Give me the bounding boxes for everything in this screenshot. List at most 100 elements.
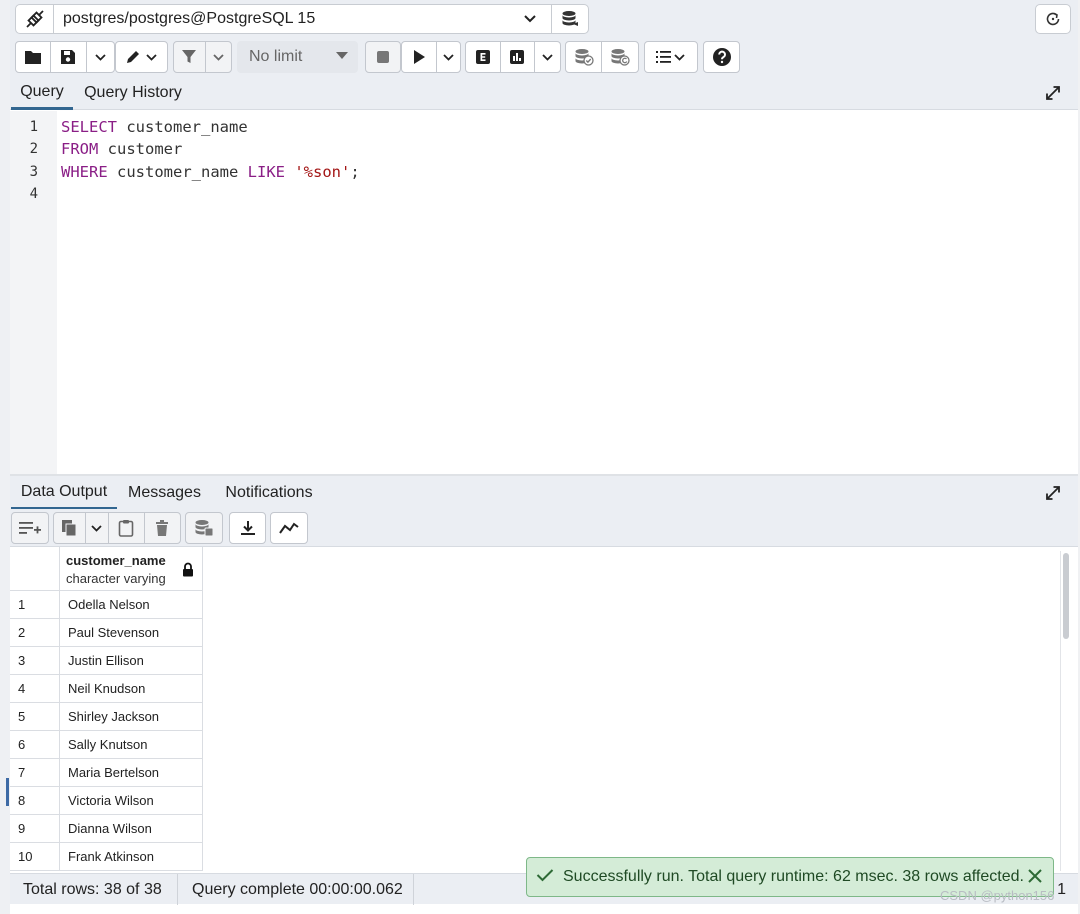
execute-group: [401, 41, 461, 73]
save-icon[interactable]: [51, 42, 87, 72]
stop-group: [365, 41, 401, 73]
save-data-icon[interactable]: [186, 513, 222, 543]
execute-play-icon[interactable]: [402, 42, 437, 72]
line-number: 3: [29, 164, 38, 180]
editor-tabs: Query Query History: [10, 76, 1078, 110]
row-number-header[interactable]: [10, 547, 60, 591]
line-number: 4: [29, 186, 38, 202]
total-rows-status: Total rows: 38 of 38: [23, 881, 162, 898]
column-header-customer-name[interactable]: customer_name character varying: [60, 547, 203, 591]
paste-icon[interactable]: [109, 513, 145, 543]
chevron-down-icon[interactable]: [508, 5, 552, 33]
add-row-icon[interactable]: [12, 513, 48, 543]
sql-keyword: SELECT: [61, 118, 117, 136]
maximize-icon[interactable]: [1044, 484, 1062, 507]
macros-list-icon[interactable]: [645, 42, 697, 72]
filter-chevron-icon[interactable]: [206, 42, 231, 72]
download-icon[interactable]: [230, 513, 265, 543]
table-row[interactable]: 3 Justin Ellison: [10, 647, 203, 675]
explain-icon[interactable]: [466, 42, 502, 72]
explain-chevron-icon[interactable]: [535, 42, 560, 72]
help-group: [703, 41, 740, 73]
table-row[interactable]: 9 Dianna Wilson: [10, 815, 203, 843]
copy-icon[interactable]: [54, 513, 86, 543]
tab-data-output[interactable]: Data Output: [11, 476, 117, 510]
row-number: 2: [10, 619, 60, 647]
table-row[interactable]: 6 Sally Knutson: [10, 731, 203, 759]
graph-visualiser-icon[interactable]: [271, 513, 307, 543]
help-icon[interactable]: [704, 42, 739, 72]
save-options-chevron-icon[interactable]: [87, 42, 114, 72]
scrollbar-thumb[interactable]: [1063, 553, 1069, 639]
file-group: [15, 41, 115, 73]
caret-down-icon: [336, 52, 348, 59]
copy-chevron-icon[interactable]: [86, 513, 110, 543]
row-number: 9: [10, 815, 60, 843]
table-cell[interactable]: Neil Knudson: [60, 675, 203, 703]
table-row[interactable]: 2 Paul Stevenson: [10, 619, 203, 647]
code-line-2: FROM customer: [61, 140, 183, 158]
close-icon[interactable]: [1027, 868, 1043, 889]
table-row[interactable]: 8 Victoria Wilson: [10, 787, 203, 815]
table-row[interactable]: 4 Neil Knudson: [10, 675, 203, 703]
row-limit-value: No limit: [249, 48, 303, 65]
explain-group: [465, 41, 561, 73]
vertical-scrollbar[interactable]: [1060, 551, 1070, 871]
row-number: 10: [10, 843, 60, 871]
code-line-1: SELECT customer_name: [61, 118, 248, 136]
commit-icon[interactable]: [566, 42, 603, 72]
open-file-icon[interactable]: [16, 42, 52, 72]
row-limit-select[interactable]: No limit: [237, 41, 358, 73]
save-data-group: [185, 512, 223, 544]
table-row[interactable]: 5 Shirley Jackson: [10, 703, 203, 731]
table-cell[interactable]: Justin Ellison: [60, 647, 203, 675]
table-cell[interactable]: Dianna Wilson: [60, 815, 203, 843]
table-cell[interactable]: Sally Knutson: [60, 731, 203, 759]
table-row[interactable]: 7 Maria Bertelson: [10, 759, 203, 787]
sql-editor[interactable]: 1 2 3 4 SELECT customer_name FROM custom…: [10, 111, 1078, 475]
line-number: 2: [29, 141, 38, 157]
data-output-toolbar: [10, 509, 1078, 547]
rollback-icon[interactable]: [602, 42, 638, 72]
left-panel-marker: [6, 778, 9, 806]
row-number: 3: [10, 647, 60, 675]
table-cell[interactable]: Frank Atkinson: [60, 843, 203, 871]
connection-status-icon[interactable]: [16, 5, 54, 33]
row-number: 1: [10, 591, 60, 619]
new-connection-icon[interactable]: [552, 5, 588, 33]
row-number: 8: [10, 787, 60, 815]
table-cell[interactable]: Maria Bertelson: [60, 759, 203, 787]
filter-icon[interactable]: [174, 42, 206, 72]
column-type: character varying: [66, 571, 166, 586]
check-icon: [536, 868, 554, 887]
connection-label: postgres/postgres@PostgreSQL 15: [63, 10, 316, 27]
table-cell[interactable]: Paul Stevenson: [60, 619, 203, 647]
line-number-gutter: 1 2 3 4: [10, 111, 57, 475]
stop-icon[interactable]: [366, 42, 400, 72]
filter-group: [173, 41, 232, 73]
tab-query[interactable]: Query: [11, 76, 73, 110]
edit-pencil-icon[interactable]: [116, 42, 167, 72]
connection-selector[interactable]: postgres/postgres@PostgreSQL 15: [15, 4, 589, 34]
tab-messages[interactable]: Messages: [123, 476, 206, 510]
execute-chevron-icon[interactable]: [437, 42, 460, 72]
table-row[interactable]: 10 Frank Atkinson: [10, 843, 203, 871]
tab-notifications[interactable]: Notifications: [217, 476, 321, 510]
delete-icon[interactable]: [145, 513, 180, 543]
code-line-3: WHERE customer_name LIKE '%son';: [61, 163, 360, 181]
table-cell[interactable]: Victoria Wilson: [60, 787, 203, 815]
lock-icon: [182, 562, 194, 582]
watermark-text: CSDN @python156: [940, 888, 1055, 903]
add-row-group: [11, 512, 49, 544]
left-panel-strip: [0, 0, 10, 914]
transaction-group: [565, 41, 639, 73]
refresh-icon[interactable]: [1035, 4, 1071, 34]
explain-analyze-icon[interactable]: [501, 42, 535, 72]
table-row[interactable]: 1 Odella Nelson: [10, 591, 203, 619]
tab-query-history[interactable]: Query History: [80, 76, 186, 110]
table-cell[interactable]: Odella Nelson: [60, 591, 203, 619]
maximize-icon[interactable]: [1044, 84, 1062, 107]
table-cell[interactable]: Shirley Jackson: [60, 703, 203, 731]
edit-rows-group: [53, 512, 181, 544]
row-number: 5: [10, 703, 60, 731]
